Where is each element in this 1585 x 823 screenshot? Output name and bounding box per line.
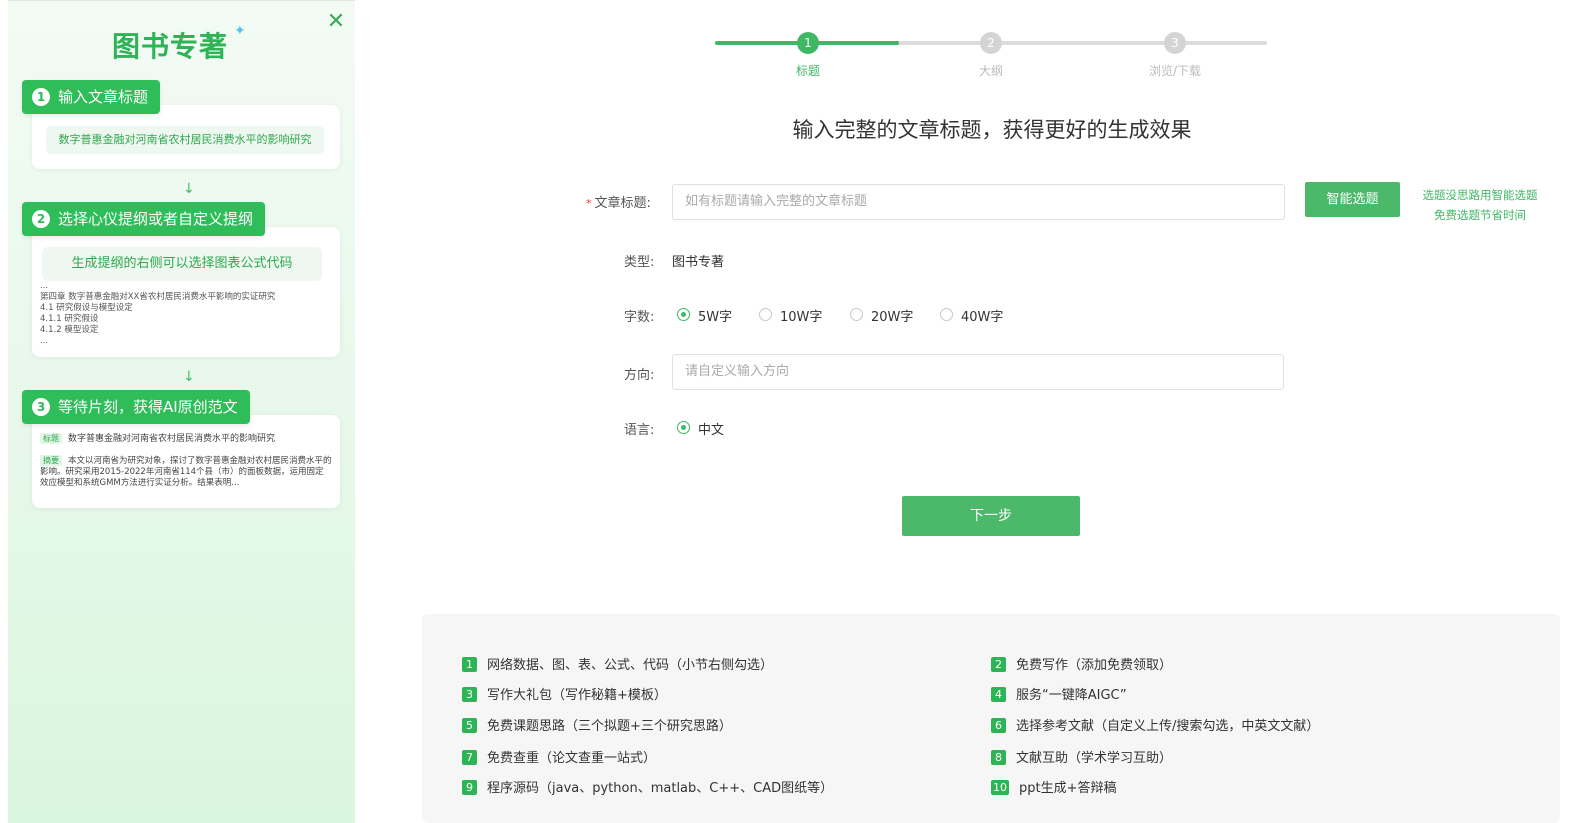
type-label: 类型:	[624, 255, 655, 270]
language-radio-chinese[interactable]	[677, 421, 690, 434]
features-panel: 1 网络数据、图、表、公式、代码（小节右侧勾选） 2 免费写作（添加免费领取） 3写…	[422, 614, 1560, 823]
step3-tag: 3 等待片刻，获得AI原创范文	[22, 390, 250, 424]
title-label-text: 文章标题:	[594, 196, 651, 211]
feature-item: 4 服务“一键降AIGC”	[991, 684, 1127, 703]
feature-number: 10	[991, 780, 1009, 795]
direction-label: 方向:	[624, 368, 655, 383]
step2-card: 生成提纲的右侧可以选择图表公式代码 ... 第四章 数字普惠金融对XX省农村居民…	[32, 227, 340, 357]
type-value: 图书专著	[672, 255, 725, 270]
wordcount-option-label[interactable]: 10W字	[780, 306, 822, 325]
feature-number: 3	[462, 687, 477, 702]
outline-line: ...	[40, 281, 49, 291]
title-tag: 标题	[40, 433, 62, 444]
feature-number: 4	[991, 687, 1006, 702]
sparkle-icon: ✦	[234, 23, 246, 39]
wordcount-option-label[interactable]: 40W字	[961, 306, 1003, 325]
feature-item: 8 文献互助（学术学习互助）	[991, 747, 1172, 766]
feature-number: 2	[991, 657, 1006, 672]
feature-item: 3 写作大礼包（写作秘籍+模板）	[462, 684, 667, 703]
page-headline: 输入完整的文章标题，获得更好的生成效果	[792, 118, 1192, 142]
title-input[interactable]: 如有标题请输入完整的文章标题	[672, 184, 1285, 220]
result-title-line: 标题 数字普惠金融对河南省农村居民消费水平的影响研究	[40, 431, 275, 444]
feature-item: 9 程序源码（java、python、matlab、C++、CAD图纸等）	[462, 777, 833, 796]
feature-text: 选择参考文献（自定义上传/搜索勾选，中英文文献）	[1016, 719, 1320, 734]
feature-number: 7	[462, 750, 477, 765]
outline-line: 4.1.1 研究假设	[40, 314, 99, 324]
smart-topic-tip[interactable]: 选题没思路用智能选题 免费选题节省时间	[1414, 185, 1546, 225]
result-abstract: 摘要 本文以河南省为研究对象，探讨了数字普惠金融对农村居民消费水平的影响。研究采用…	[40, 455, 332, 489]
feature-text: 写作大礼包（写作秘籍+模板）	[487, 688, 667, 703]
language-label: 语言:	[624, 423, 655, 438]
feature-text: 服务“一键降AIGC”	[1016, 688, 1127, 703]
smart-topic-button[interactable]: 智能选题	[1305, 182, 1400, 217]
feature-number: 5	[462, 718, 477, 733]
feature-number: 8	[991, 750, 1006, 765]
feature-text: 免费查重（论文查重一站式）	[487, 751, 657, 766]
outline-line: 4.1.2 模型设定	[40, 325, 99, 335]
step-label-1: 标题	[795, 64, 820, 78]
smart-tip-line1[interactable]: 选题没思路用智能选题	[1414, 185, 1546, 205]
step-dot-2: 2	[980, 32, 1002, 54]
feature-item: 10 ppt生成+答辩稿	[991, 777, 1117, 796]
wordcount-label: 字数:	[624, 310, 655, 325]
wordcount-option-label[interactable]: 20W字	[871, 306, 913, 325]
brand-title: 图书专著	[112, 30, 229, 63]
result-title: 数字普惠金融对河南省农村居民消费水平的影响研究	[68, 434, 276, 444]
step-label-3: 浏览/下载	[1148, 64, 1202, 78]
outline-line: 4.1 研究假设与模型设定	[40, 303, 133, 313]
step2-number: 2	[32, 210, 50, 228]
direction-input[interactable]: 请自定义输入方向	[672, 354, 1284, 390]
feature-item: 6 选择参考文献（自定义上传/搜索勾选，中英文文献）	[991, 715, 1319, 734]
feature-text: ppt生成+答辩稿	[1019, 781, 1117, 796]
feature-text: 文献互助（学术学习互助）	[1016, 751, 1173, 766]
title-field-label: * 文章标题:	[586, 192, 651, 211]
feature-text: 免费课题思路（三个拟题+三个研究思路）	[487, 719, 732, 734]
outline-line: ...	[40, 336, 49, 346]
step2-tag: 2 选择心仪提纲或者自定义提纲	[22, 202, 266, 236]
outline-line: 第四章 数字普惠金融对XX省农村居民消费水平影响的实证研究	[40, 292, 276, 302]
step1-card: 数字普惠金融对河南省农村居民消费水平的影响研究	[32, 105, 340, 169]
feature-number: 6	[991, 718, 1006, 733]
feature-number: 9	[462, 780, 477, 795]
feature-item: 5 免费课题思路（三个拟题+三个研究思路）	[462, 715, 732, 734]
feature-text: 免费写作（添加免费领取）	[1016, 658, 1173, 673]
wordcount-radio-20w[interactable]	[850, 308, 863, 321]
step3-label: 等待片刻，获得AI原创范文	[58, 398, 238, 416]
smart-tip-line2[interactable]: 免费选题节省时间	[1414, 205, 1546, 225]
step3-card: 标题 数字普惠金融对河南省农村居民消费水平的影响研究 摘要 本文以河南省为研究对象，…	[32, 415, 340, 508]
step2-label: 选择心仪提纲或者自定义提纲	[58, 210, 254, 228]
feature-item: 1 网络数据、图、表、公式、代码（小节右侧勾选）	[462, 654, 773, 673]
wordcount-radio-10w[interactable]	[759, 308, 772, 321]
step1-number: 1	[32, 88, 50, 106]
next-step-button[interactable]: 下一步	[902, 496, 1080, 536]
outline-hint-pill: 生成提纲的右侧可以选择图表公式代码	[42, 247, 322, 281]
step3-number: 3	[32, 398, 50, 416]
left-guide-panel: ✕ 图书专著 ✦ 数字普惠金融对河南省农村居民消费水平的影响研究 1 输入文章标题…	[8, 0, 355, 823]
required-mark: *	[586, 197, 592, 210]
wordcount-radio-5w[interactable]	[677, 308, 690, 321]
step-dot-3: 3	[1164, 32, 1186, 54]
abstract-text: 本文以河南省为研究对象，探讨了数字普惠金融对农村居民消费水平的影响。研究采用20…	[40, 456, 332, 488]
language-option-label[interactable]: 中文	[698, 419, 724, 438]
example-title-pill: 数字普惠金融对河南省农村居民消费水平的影响研究	[46, 126, 324, 154]
step-dot-1: 1	[797, 32, 819, 54]
feature-number: 1	[462, 657, 477, 672]
feature-text: 程序源码（java、python、matlab、C++、CAD图纸等）	[487, 781, 834, 796]
step1-label: 输入文章标题	[58, 88, 149, 106]
feature-item: 2 免费写作（添加免费领取）	[991, 654, 1172, 673]
feature-item: 7 免费查重（论文查重一站式）	[462, 747, 656, 766]
outline-preview: ... 第四章 数字普惠金融对XX省农村居民消费水平影响的实证研究 4.1 研究…	[40, 281, 275, 347]
arrow-down-icon: ↓	[183, 369, 195, 385]
arrow-down-icon: ↓	[183, 181, 195, 197]
close-icon[interactable]: ✕	[325, 11, 347, 33]
feature-text: 网络数据、图、表、公式、代码（小节右侧勾选）	[487, 658, 774, 673]
abstract-tag: 摘要	[40, 455, 62, 466]
step1-tag: 1 输入文章标题	[22, 80, 161, 114]
step-label-2: 大纲	[978, 64, 1003, 78]
wordcount-radio-40w[interactable]	[940, 308, 953, 321]
wordcount-option-label[interactable]: 5W字	[698, 306, 732, 325]
